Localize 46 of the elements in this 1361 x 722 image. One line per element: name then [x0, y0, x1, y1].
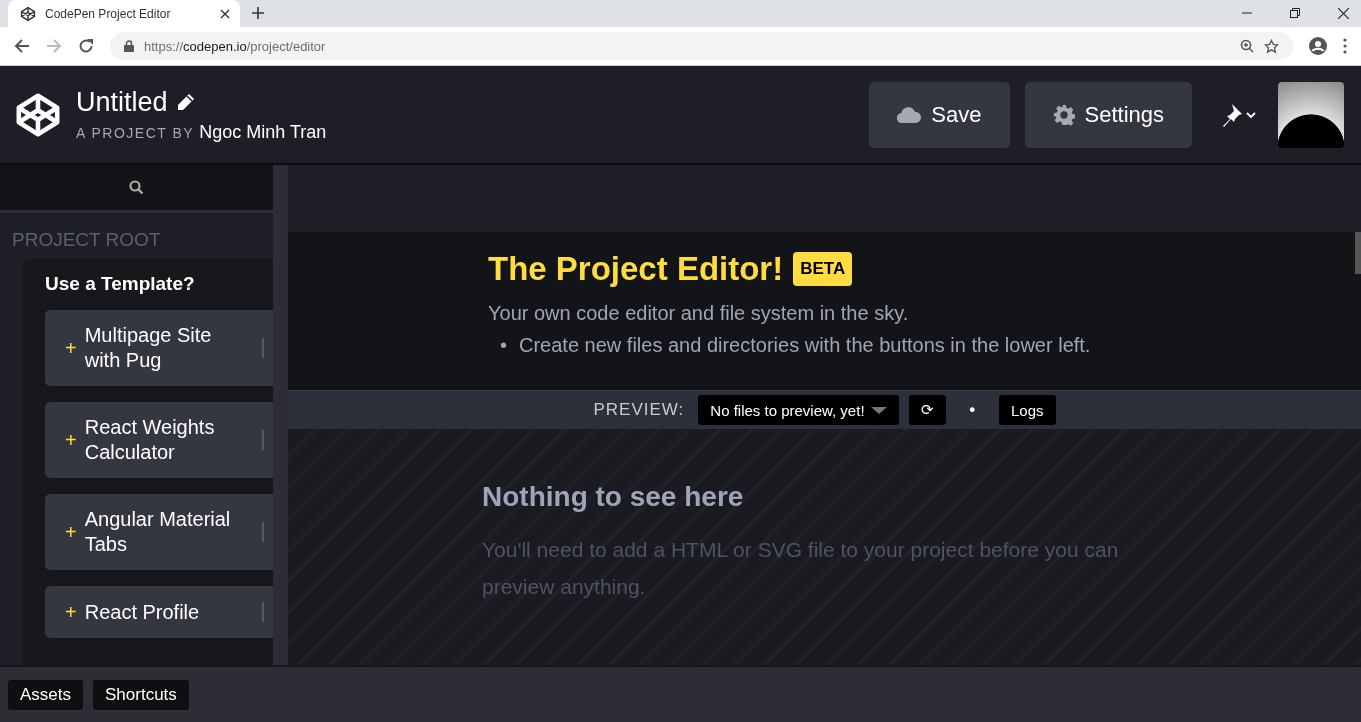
restore-icon[interactable] [1290, 8, 1300, 18]
bullet-marker: • [500, 333, 507, 357]
settings-button[interactable]: Settings [1024, 81, 1192, 148]
logs-button[interactable]: Logs [999, 395, 1056, 425]
zoom-icon[interactable] [1240, 39, 1254, 53]
plus-sign: + [65, 428, 77, 452]
plus-sign: + [65, 336, 77, 360]
browser-tab[interactable]: CodePen Project Editor [8, 0, 240, 27]
new-tab-icon[interactable] [252, 7, 264, 19]
template-item[interactable]: + React Profile [45, 586, 273, 638]
pin-icon[interactable] [1222, 102, 1258, 127]
close-icon[interactable] [1338, 8, 1349, 19]
address-field[interactable]: https://codepen.io/project/editor [110, 32, 1293, 60]
pencil-icon[interactable] [175, 92, 196, 112]
save-button[interactable]: Save [869, 81, 1010, 148]
empty-title: Nothing to see here [482, 481, 745, 513]
byline-label: A PROJECT BY [76, 124, 195, 141]
search-icon[interactable] [129, 180, 144, 195]
account-icon[interactable] [1309, 37, 1327, 55]
preview-label: PREVIEW: [593, 400, 685, 420]
menu-icon[interactable] [1343, 38, 1347, 54]
doc-heading: The Project Editor! [488, 250, 784, 288]
intro-text: Your own code editor and file system in the sky. [488, 302, 910, 325]
bullet-item: Create new files and directories with the buttons in the lower left. [519, 333, 1091, 357]
lock-icon [124, 40, 134, 52]
close-icon[interactable] [220, 8, 230, 19]
shortcuts-button[interactable]: Shortcuts [93, 679, 189, 710]
author-name[interactable]: Ngoc Minh Tran [199, 121, 327, 142]
status-dot: • [967, 400, 977, 420]
refresh-button[interactable]: ⟳ [908, 395, 946, 425]
back-arrow-icon[interactable] [14, 38, 30, 54]
gear-icon [1052, 103, 1075, 126]
plus-sign: + [65, 600, 77, 624]
avatar[interactable] [1278, 81, 1344, 148]
cloud-icon [897, 106, 922, 123]
plus-sign: + [65, 520, 77, 544]
empty-message: You'll need to add a HTML or SVG file to your project before you can preview anything. [482, 537, 1120, 600]
templates-heading: Use a Template? [45, 273, 196, 295]
section-label: PROJECT ROOT [11, 228, 162, 252]
beta-badge: BETA [793, 252, 853, 286]
cube-logo-icon [20, 5, 36, 22]
reload-icon[interactable] [78, 38, 94, 54]
assets-button[interactable]: Assets [8, 679, 84, 710]
star-icon[interactable] [1264, 38, 1279, 54]
preview-file-select[interactable]: No files to preview, yet! [698, 395, 899, 425]
project-title: Untitled [76, 86, 168, 118]
